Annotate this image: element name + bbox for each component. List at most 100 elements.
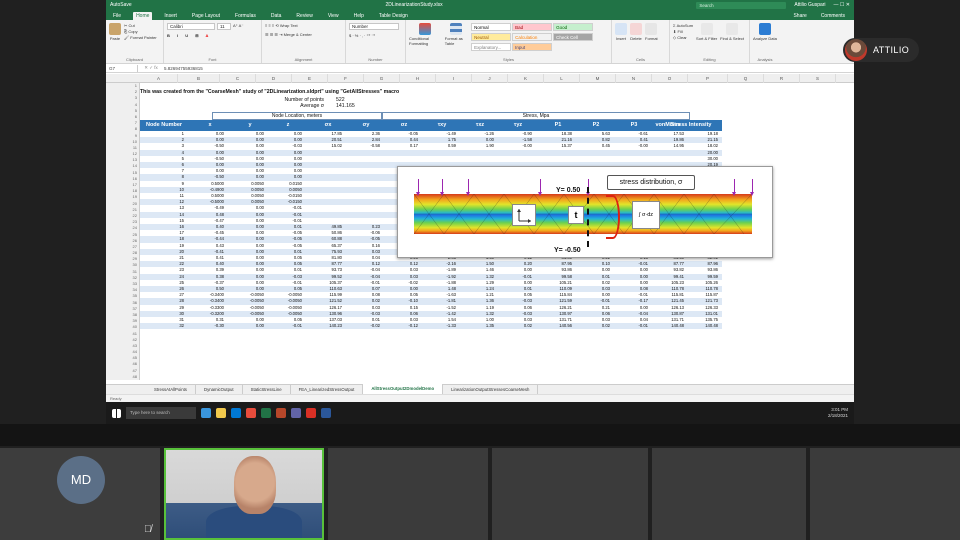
tab-table-design[interactable]: Table Design	[376, 12, 411, 20]
font-name-select[interactable]: Calibri	[167, 23, 215, 30]
table-cell[interactable]: 0.00	[232, 323, 264, 329]
table-header-cell[interactable]: σy	[348, 120, 384, 131]
column-header-S[interactable]: S	[800, 74, 836, 83]
table-cell[interactable]: 140.23	[310, 323, 342, 329]
table-cell[interactable]: 1.35	[462, 323, 494, 329]
tab-home[interactable]: Home	[133, 12, 153, 20]
table-header-cell[interactable]: P3	[616, 120, 652, 131]
table-header-cell[interactable]: z	[270, 120, 306, 131]
column-header-O[interactable]: O	[652, 74, 688, 83]
format-cells-button[interactable]: Format	[645, 23, 658, 41]
column-header-L[interactable]: L	[544, 74, 580, 83]
mail-icon[interactable]	[231, 408, 241, 418]
user-name[interactable]: Attilio Guspari	[794, 2, 825, 8]
format-painter-button[interactable]: 🖌 Format Painter	[124, 35, 157, 41]
tab-page-layout[interactable]: Page Layout	[189, 12, 223, 20]
name-box[interactable]: G7	[106, 64, 138, 72]
table-header-cell[interactable]: Node Number	[140, 120, 188, 131]
table-cell[interactable]: -0.02	[348, 323, 380, 329]
column-header-H[interactable]: H	[400, 74, 436, 83]
grow-font-icon[interactable]: A⁺ A⁻	[233, 23, 243, 30]
cell-style-2[interactable]: Good	[553, 23, 594, 31]
sort-filter-button[interactable]: Sort & Filter	[696, 23, 717, 41]
column-header-R[interactable]: R	[764, 74, 800, 83]
table-cell[interactable]: -0.30	[192, 323, 224, 329]
sheet-tab[interactable]: StaticStressLine	[243, 384, 291, 395]
acrobat-icon[interactable]	[306, 408, 316, 418]
table-cell[interactable]: 0.02	[578, 323, 610, 329]
column-header-K[interactable]: K	[508, 74, 544, 83]
powerpoint-icon[interactable]	[276, 408, 286, 418]
number-format-icons[interactable]: $ · % · , · ⁺⁰ ⁻⁰	[349, 33, 375, 39]
column-header-G[interactable]: G	[364, 74, 400, 83]
cell-style-3[interactable]: Neutral	[471, 33, 512, 41]
table-cell[interactable]: -1.33	[424, 323, 456, 329]
tab-insert[interactable]: Insert	[161, 12, 180, 20]
find-select-button[interactable]: Find & Select	[720, 23, 744, 41]
table-header-cell[interactable]: σz	[386, 120, 422, 131]
table-header-cell[interactable]: P2	[578, 120, 614, 131]
cell-style-6[interactable]: Explanatory...	[471, 43, 512, 51]
avg-sigma-value[interactable]: 141.165	[336, 103, 355, 109]
format-as-table-button[interactable]: Format as Table	[445, 23, 468, 46]
sheet-tab[interactable]: DynamicOutput	[196, 384, 243, 395]
presenter-badge[interactable]: ATTILIO	[843, 38, 920, 62]
column-header-F[interactable]: F	[328, 74, 364, 83]
table-header-cell[interactable]: P1	[540, 120, 576, 131]
delete-cells-button[interactable]: Delete	[630, 23, 642, 41]
table-cell[interactable]: -0.01	[616, 323, 648, 329]
column-header-A[interactable]: A	[140, 74, 178, 83]
table-cell[interactable]: -0.12	[386, 323, 418, 329]
column-header-B[interactable]: B	[178, 74, 220, 83]
sheet-tab[interactable]: FEA_LinearizedStressOutput	[291, 384, 364, 395]
table-cell[interactable]: 0.02	[500, 323, 532, 329]
tab-help[interactable]: Help	[351, 12, 367, 20]
conditional-formatting-button[interactable]: Conditional Formatting	[409, 23, 442, 46]
paste-button[interactable]: Paste	[109, 23, 121, 41]
tab-formulas[interactable]: Formulas	[232, 12, 259, 20]
tab-file[interactable]: File	[110, 12, 124, 20]
clear-button[interactable]: ◇ Clear	[673, 35, 693, 41]
tab-data[interactable]: Data	[268, 12, 285, 20]
row-header[interactable]: 48	[106, 374, 139, 380]
share-button[interactable]: Share	[790, 12, 809, 20]
font-style-buttons[interactable]: B I U ⊞ A	[167, 33, 211, 39]
cell-style-0[interactable]: Normal	[471, 23, 512, 31]
column-header-P[interactable]: P	[688, 74, 728, 83]
column-header-D[interactable]: D	[256, 74, 292, 83]
table-header-cell[interactable]: σx	[310, 120, 346, 131]
sheet-tab[interactable]: LinearizationOutputStressesCoarseMesh	[443, 384, 539, 395]
fx-icon[interactable]: ✕ ✓ fx	[138, 65, 164, 71]
formula-input[interactable]: 5.82694755936815	[164, 66, 203, 71]
table-cell[interactable]: 140.56	[540, 323, 572, 329]
table-cell[interactable]: -0.01	[270, 323, 302, 329]
windows-start-icon[interactable]	[112, 408, 121, 418]
autosave-label[interactable]: AutoSave	[110, 2, 132, 8]
column-header-E[interactable]: E	[292, 74, 328, 83]
column-header-M[interactable]: M	[580, 74, 616, 83]
spreadsheet-grid[interactable]: ABCDEFGHIJKLMNOPQRS 1 2 3 4 5 6 7 8 9 10 11 12 13 14 1…	[106, 74, 854, 384]
cell-style-1[interactable]: Bad	[512, 23, 553, 31]
column-header-Q[interactable]: Q	[728, 74, 764, 83]
folder-icon[interactable]	[216, 408, 226, 418]
cell-style-7[interactable]: Input	[512, 43, 553, 51]
column-header-I[interactable]: I	[436, 74, 472, 83]
insert-cells-button[interactable]: Insert	[615, 23, 627, 41]
participant-tile-md[interactable]: MD	[0, 448, 160, 540]
table-header-cell[interactable]: τxy	[424, 120, 460, 131]
cell-style-5[interactable]: Check Cell	[553, 33, 594, 41]
table-header-cell[interactable]: x	[192, 120, 228, 131]
table-cell[interactable]: 140.48	[660, 323, 718, 329]
edge-icon[interactable]	[201, 408, 211, 418]
column-header-C[interactable]: C	[220, 74, 256, 83]
column-header-N[interactable]: N	[616, 74, 652, 83]
excel-icon[interactable]	[261, 408, 271, 418]
taskbar-search[interactable]: Type here to search	[126, 407, 196, 419]
font-size-select[interactable]: 11	[217, 23, 231, 30]
word-icon[interactable]	[321, 408, 331, 418]
search-input[interactable]: Search	[696, 1, 787, 9]
tab-review[interactable]: Review	[293, 12, 315, 20]
table-row[interactable]: 32 -0.30 0.00 -0.01 140.23 -0.02 -0.12 -1.33 1.3…	[140, 323, 722, 330]
cell-style-4[interactable]: Calculation	[512, 33, 553, 41]
column-header-J[interactable]: J	[472, 74, 508, 83]
